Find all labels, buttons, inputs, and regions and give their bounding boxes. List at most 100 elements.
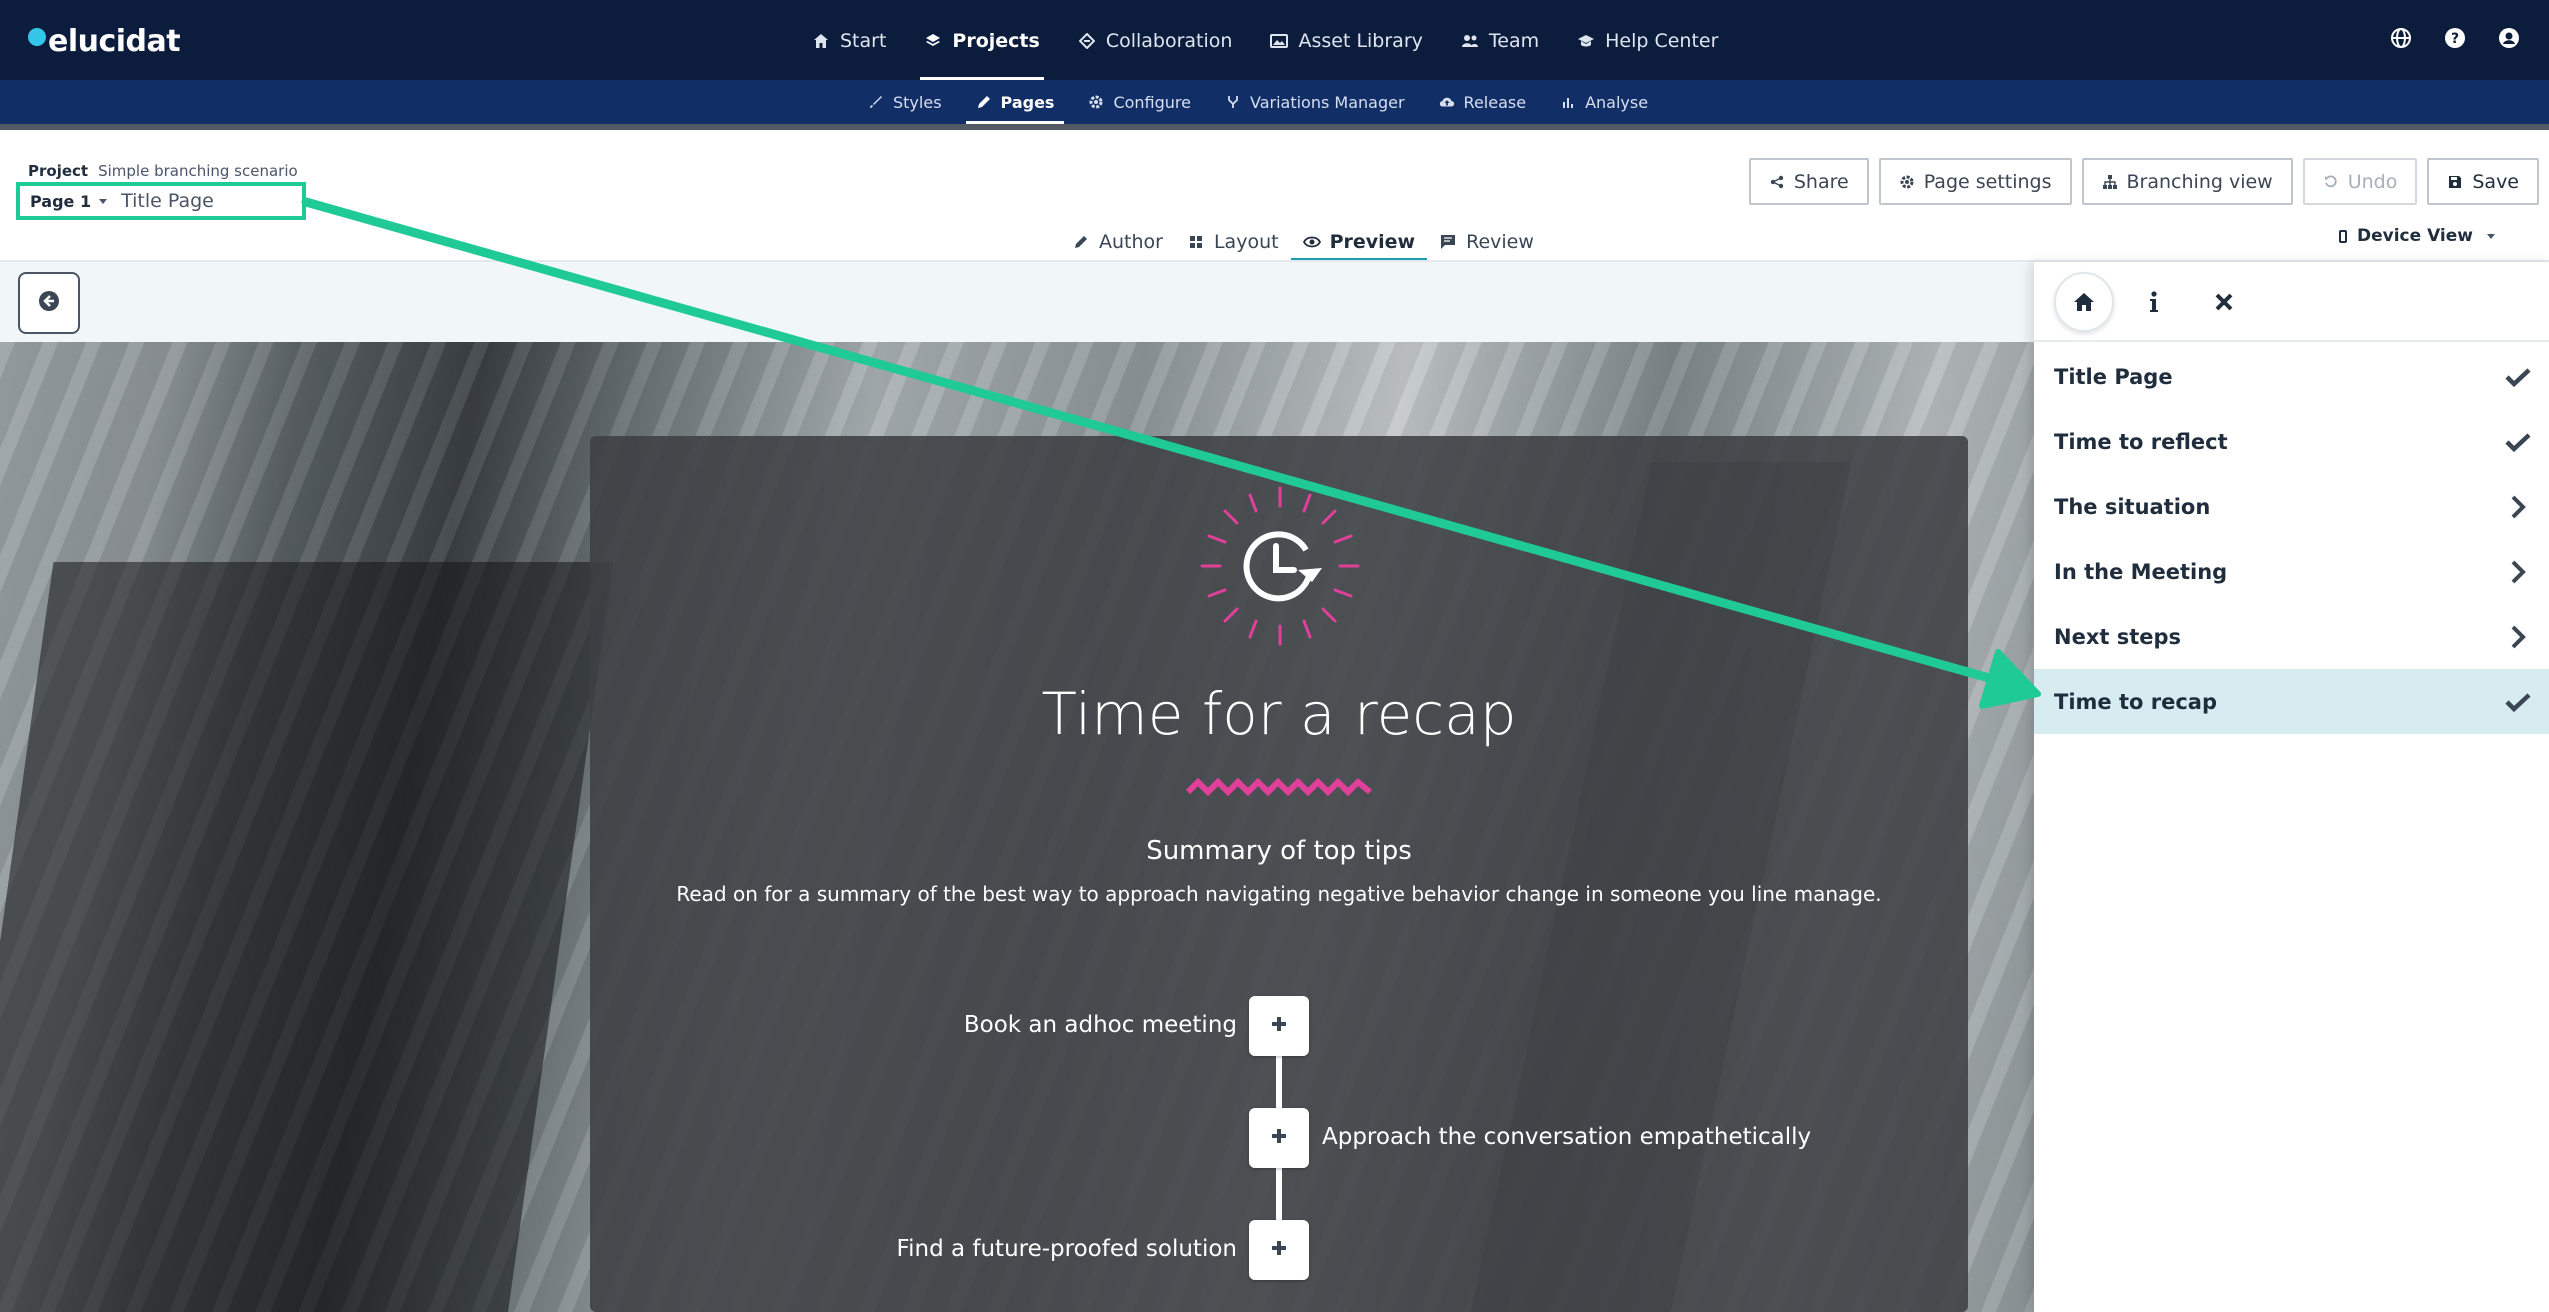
undo-button[interactable]: Undo [2302, 158, 2418, 205]
tab-author[interactable]: Author [1060, 224, 1175, 260]
subnav-release[interactable]: Release [1439, 80, 1526, 124]
editor-mode-tabs: Author Layout Preview Review [1060, 224, 1546, 262]
menu-item-the-situation[interactable]: The situation [2034, 474, 2549, 539]
preview-toolbar [0, 262, 2034, 342]
expand-button-approach-empathetically[interactable] [1249, 1108, 1309, 1168]
expand-button-future-proofed-solution[interactable] [1249, 1220, 1309, 1280]
subnav-variations-manager[interactable]: Variations Manager [1225, 80, 1405, 124]
main-nav: Start Projects Collaboration Asset Libra… [812, 0, 1756, 80]
project-label: Project [28, 162, 89, 180]
project-name[interactable]: Simple branching scenario [98, 162, 298, 180]
project-breadcrumb: Project Simple branching scenario [28, 162, 298, 180]
info-icon[interactable] [2124, 272, 2184, 332]
chevron-right-icon [2503, 622, 2533, 652]
page-heading: Time for a recap [1041, 680, 1517, 748]
sub-navigation-bar: Styles Pages Configure Variations Manage… [0, 80, 2549, 130]
layers-icon [924, 32, 942, 50]
chevron-right-icon [2503, 492, 2533, 522]
graduation-cap-icon [1577, 32, 1595, 50]
page-settings-button[interactable]: Page settings [1878, 158, 2072, 205]
plus-icon [1269, 1238, 1289, 1262]
elucidat-logo[interactable]: elucidat [28, 24, 181, 59]
check-icon [2503, 427, 2533, 457]
summary-body: Read on for a summary of the best way to… [676, 882, 1882, 906]
page-selector[interactable]: Page 1 Title Page [16, 182, 306, 220]
subnav-styles[interactable]: Styles [868, 80, 942, 124]
top-navigation-bar: elucidat Start Projects Collaboration As… [0, 0, 2549, 80]
check-icon [2503, 687, 2533, 717]
nav-collaboration[interactable]: Collaboration [1078, 0, 1232, 80]
home-icon [812, 32, 830, 50]
save-icon [2447, 174, 2463, 190]
svg-text:?: ? [2451, 31, 2459, 47]
arrow-left-icon [38, 290, 60, 316]
tab-layout[interactable]: Layout [1175, 224, 1291, 260]
bar-chart-icon [1560, 94, 1576, 110]
subnav-analyse[interactable]: Analyse [1560, 80, 1648, 124]
top-right-icons: ? [2361, 24, 2523, 52]
tab-preview[interactable]: Preview [1290, 224, 1428, 262]
timeline-label: Find a future-proofed solution [896, 1236, 1237, 1262]
chevron-down-icon [99, 198, 108, 204]
pencil-icon [1072, 233, 1090, 251]
course-menu-panel: Title Page Time to reflect The situation… [2034, 262, 2549, 1312]
nav-projects[interactable]: Projects [920, 0, 1045, 80]
nav-team[interactable]: Team [1461, 0, 1539, 80]
tab-review[interactable]: Review [1427, 224, 1546, 260]
check-icon [2503, 362, 2533, 392]
undo-icon [2323, 174, 2339, 190]
menu-item-time-to-recap[interactable]: Time to recap [2034, 669, 2549, 734]
images-icon [1270, 32, 1289, 50]
subnav-pages[interactable]: Pages [965, 80, 1065, 124]
cloud-upload-icon [1439, 94, 1455, 110]
mobile-device-icon [2339, 229, 2347, 243]
grid-icon [1187, 233, 1205, 251]
branching-view-button[interactable]: Branching view [2081, 158, 2293, 205]
timeline-label: Book an adhoc meeting [963, 1012, 1237, 1038]
chevron-down-icon [2487, 233, 2495, 239]
expand-button-adhoc-meeting[interactable] [1249, 996, 1309, 1056]
pencil-icon [976, 94, 992, 110]
close-icon[interactable] [2194, 272, 2254, 332]
save-button[interactable]: Save [2427, 158, 2539, 205]
background-figure [0, 562, 614, 1312]
panel-toolbar [2034, 262, 2549, 342]
share-icon [1769, 174, 1785, 190]
back-button[interactable] [18, 272, 80, 334]
gear-icon [1899, 174, 1915, 190]
plus-icon [1269, 1014, 1289, 1038]
page-title: Title Page [121, 190, 214, 212]
brush-icon [868, 94, 884, 110]
zigzag-divider [1185, 777, 1372, 797]
eye-icon [1302, 233, 1321, 251]
page-number: Page 1 [30, 191, 92, 211]
sitemap-icon [2102, 174, 2118, 190]
timeline-label: Approach the conversation empathetically [1322, 1124, 1812, 1150]
nav-start[interactable]: Start [812, 0, 886, 80]
nav-help-center[interactable]: Help Center [1577, 0, 1718, 80]
clock-refresh-icon [1200, 486, 1360, 646]
badge-icon [1078, 32, 1096, 50]
globe-icon[interactable] [2387, 24, 2415, 52]
subnav-configure[interactable]: Configure [1088, 80, 1191, 124]
plus-icon [1269, 1126, 1289, 1150]
users-icon [1461, 32, 1479, 50]
share-button[interactable]: Share [1748, 158, 1869, 205]
gear-icon [1088, 94, 1104, 110]
menu-item-next-steps[interactable]: Next steps [2034, 604, 2549, 669]
nav-asset-library[interactable]: Asset Library [1270, 0, 1423, 80]
page-actions: Share Page settings Branching view Undo … [1739, 158, 2539, 205]
home-icon[interactable] [2054, 272, 2114, 332]
summary-heading: Summary of top tips [1146, 836, 1412, 866]
help-icon[interactable]: ? [2441, 24, 2469, 52]
device-view-dropdown[interactable]: Device View [2339, 226, 2509, 246]
user-account-icon[interactable] [2495, 24, 2523, 52]
branch-icon [1225, 94, 1241, 110]
menu-item-title-page[interactable]: Title Page [2034, 344, 2549, 409]
page-menu: Title Page Time to reflect The situation… [2034, 344, 2549, 734]
menu-item-time-to-reflect[interactable]: Time to reflect [2034, 409, 2549, 474]
chevron-right-icon [2503, 557, 2533, 587]
logo-mark [28, 27, 46, 46]
comment-icon [1439, 233, 1457, 251]
menu-item-in-the-meeting[interactable]: In the Meeting [2034, 539, 2549, 604]
